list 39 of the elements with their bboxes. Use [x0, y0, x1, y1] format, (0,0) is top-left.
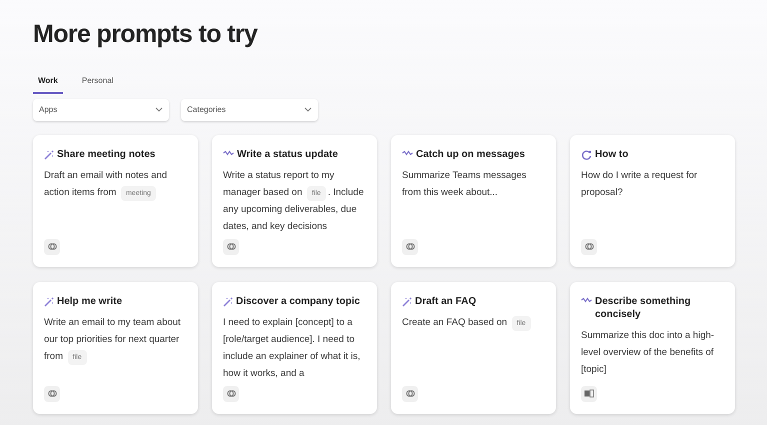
dropdown[interactable]: Apps: [33, 98, 169, 120]
dropdown[interactable]: Categories: [181, 98, 318, 120]
loop-app-icon: [402, 238, 418, 254]
wave-icon: [223, 150, 234, 156]
loop-app-icon: [581, 238, 597, 254]
magic-wand-icon: [402, 296, 412, 306]
prompt-text: Summarize this doc into a high-level overview of the benefits of [topic]: [581, 328, 716, 376]
card-title: Catch up on messages: [416, 148, 525, 160]
refresh-sparkle-icon: [581, 150, 592, 160]
card-title: How to: [595, 148, 628, 160]
magic-wand-icon: [44, 150, 54, 160]
prompt-card[interactable]: Describe something concisely Summarize this doc into a high-level overview of the benefits of [topic]: [570, 282, 735, 414]
wave-icon: [581, 296, 592, 302]
prompt-card[interactable]: Catch up on messages Summarize Teams messages from this week about...: [391, 134, 556, 266]
card-title: Help me write: [57, 294, 122, 308]
magic-wand-icon: [223, 296, 233, 306]
loop-app-icon: [223, 238, 239, 254]
chevron-down-icon: [155, 107, 163, 112]
chevron-down-icon: [304, 107, 312, 112]
prompt-text: Summarize Teams messages from this week about...: [402, 168, 528, 200]
card-title: Write a status update: [237, 148, 338, 160]
wave-icon: [402, 150, 413, 156]
document-app-icon: [581, 386, 597, 402]
card-title: Draft an FAQ: [415, 294, 476, 308]
tab[interactable]: Work: [33, 74, 63, 94]
tab[interactable]: Personal: [76, 74, 118, 94]
card-title: Describe something concisely: [595, 294, 692, 320]
loop-app-icon: [44, 386, 60, 402]
prompt-text: How do I write a request for proposal?: [581, 168, 698, 200]
magic-wand-icon: [44, 296, 54, 306]
prompt-card[interactable]: Discover a company topic I need to explain [concept] to a [role/target audience]. I need to include an explainer of what it is, how it works, and a: [212, 282, 377, 414]
loop-app-icon: [223, 386, 239, 402]
loop-app-icon: [44, 238, 60, 254]
prompt-card[interactable]: How to How do I write a request for proposal?: [570, 134, 735, 266]
card-title: Share meeting notes: [57, 148, 156, 160]
page-title: More prompts to try: [33, 19, 258, 50]
prompt-text: I need to explain [concept] to a [role/target audience]. I need to include an explainer of what it is, how it works, and a: [223, 316, 362, 380]
loop-app-icon: [402, 386, 418, 402]
card-title: Discover a company topic: [236, 294, 360, 308]
